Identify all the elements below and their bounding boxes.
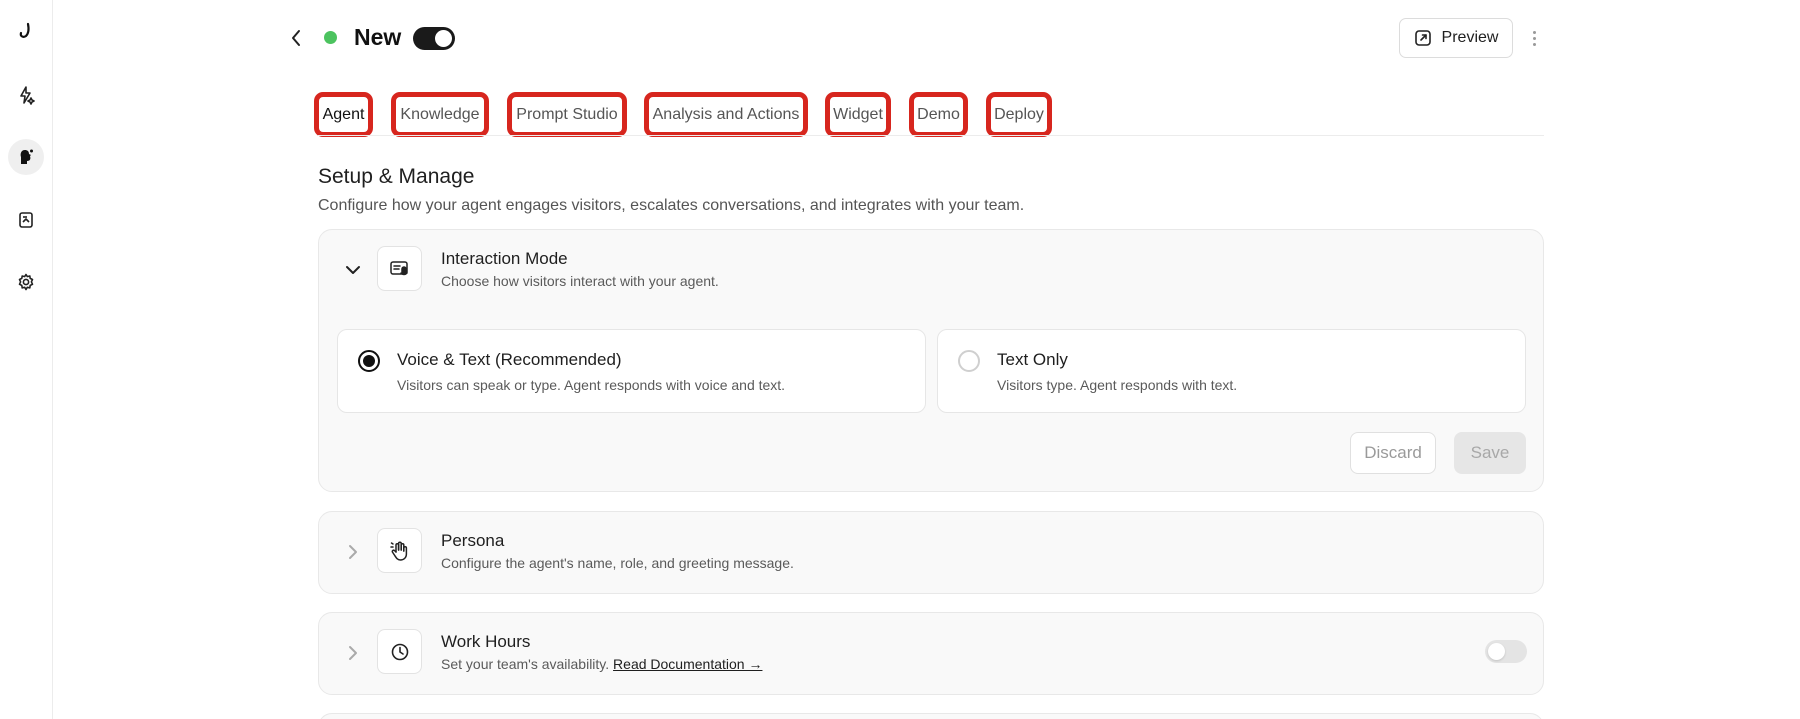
tabs-divider [318,135,1544,136]
discard-button[interactable]: Discard [1350,432,1436,474]
option-description: Visitors can speak or type. Agent respon… [397,377,786,393]
work-hours-toggle[interactable] [1485,640,1527,663]
agent-name: New [354,24,402,50]
persona-subtitle: Configure the agent's name, role, and gr… [441,555,794,571]
interaction-mode-subtitle: Choose how visitors interact with your a… [441,273,719,289]
external-link-icon [1414,30,1431,46]
option-text-only[interactable]: Text Only Visitors type. Agent responds … [937,329,1526,413]
agent-icon[interactable] [8,139,44,175]
option-title: Voice & Text (Recommended) [397,350,622,369]
option-title: Text Only [997,350,1068,369]
persona-card[interactable]: Persona Configure the agent's name, role… [318,511,1544,594]
more-options-icon[interactable] [1524,26,1544,50]
work-hours-card[interactable]: Work Hours Set your team's availability.… [318,612,1544,695]
tab-prompt-studio[interactable]: Prompt Studio [507,92,627,137]
agent-enabled-toggle[interactable] [413,27,455,50]
document-icon[interactable] [8,202,44,238]
waving-hand-icon [377,528,422,573]
tab-analysis-and-actions[interactable]: Analysis and Actions [644,92,808,137]
lightning-sparkle-icon[interactable] [8,77,44,113]
preview-label: Preview [1441,29,1499,46]
section-description: Configure how your agent engages visitor… [318,197,1025,214]
tab-agent[interactable]: Agent [314,92,373,137]
work-hours-subtitle-text: Set your team's availability. [441,656,610,672]
gear-icon[interactable] [8,264,44,300]
interaction-mode-header[interactable]: Interaction Mode Choose how visitors int… [319,230,1543,310]
tab-demo[interactable]: Demo [909,92,968,137]
radio-voice-and-text[interactable] [358,350,380,372]
interaction-mode-title: Interaction Mode [441,249,568,268]
interaction-mode-icon [377,246,422,291]
read-documentation-link[interactable]: Read Documentation → [613,656,762,672]
save-button[interactable]: Save [1454,432,1526,474]
chevron-down-icon[interactable] [341,258,365,282]
logo-icon[interactable] [8,13,44,49]
option-description: Visitors type. Agent responds with text. [997,377,1238,393]
section-title: Setup & Manage [318,165,475,188]
next-card[interactable] [318,713,1544,719]
preview-button[interactable]: Preview [1399,18,1513,58]
interaction-mode-card: Interaction Mode Choose how visitors int… [318,229,1544,492]
option-voice-and-text[interactable]: Voice & Text (Recommended) Visitors can … [337,329,926,413]
clock-icon [377,629,422,674]
work-hours-subtitle: Set your team's availability. Read Docum… [441,656,762,672]
status-dot [324,31,337,44]
chevron-right-icon[interactable] [341,641,365,665]
back-button[interactable] [284,26,308,50]
tab-knowledge[interactable]: Knowledge [391,92,489,137]
radio-text-only[interactable] [958,350,980,372]
chevron-right-icon[interactable] [341,540,365,564]
toggle-knob [435,30,452,47]
sidebar [0,0,53,719]
tab-deploy[interactable]: Deploy [986,92,1052,137]
tab-widget[interactable]: Widget [825,92,891,137]
toggle-knob [1488,643,1505,660]
work-hours-title: Work Hours [441,632,531,651]
chevron-left-icon [292,30,300,46]
persona-title: Persona [441,531,505,550]
